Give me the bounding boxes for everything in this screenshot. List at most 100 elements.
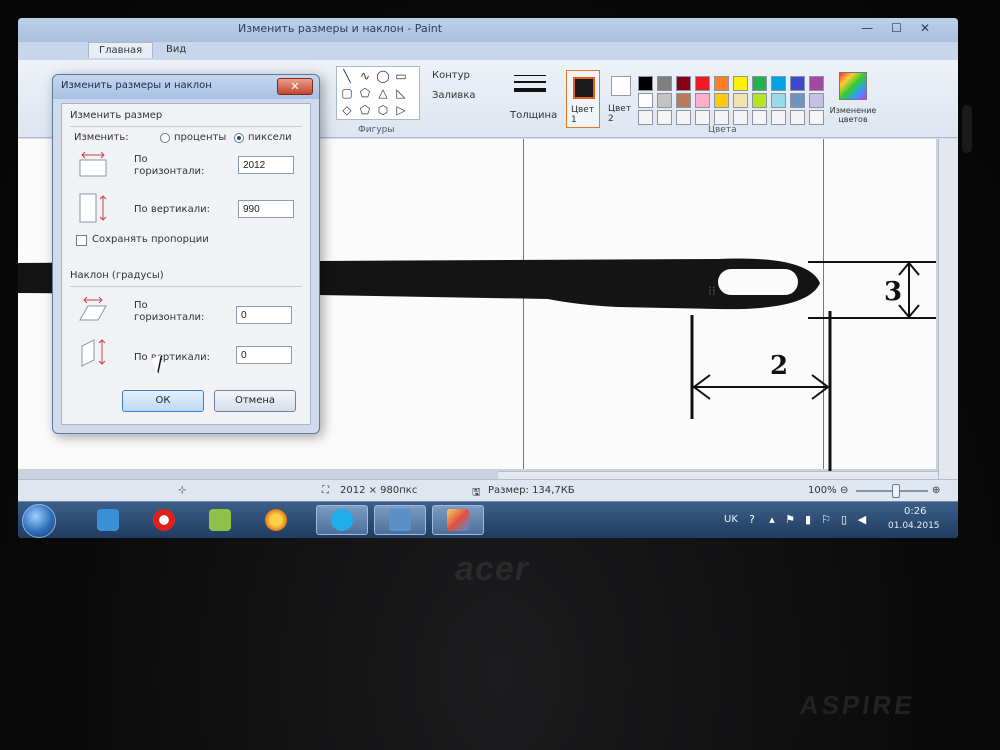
palette-color-swatch[interactable] [714, 110, 729, 125]
help-icon[interactable]: ? [746, 514, 758, 526]
palette-color-swatch[interactable] [771, 76, 786, 91]
dialog-titlebar[interactable]: Изменить размеры и наклон ✕ [53, 75, 319, 99]
maximize-button[interactable]: ☐ [891, 21, 902, 35]
dialog-close-button[interactable]: ✕ [277, 78, 313, 95]
taskbar-skype[interactable] [316, 505, 368, 535]
color1-button[interactable]: Цвет 1 [566, 70, 600, 128]
taskbar-paint[interactable] [432, 505, 484, 535]
ribbon-tabs: Главная Вид [18, 42, 958, 60]
color2-button[interactable]: Цвет 2 [606, 70, 636, 128]
right-triangle-shape-icon[interactable]: ◺ [393, 86, 409, 100]
keep-aspect-checkbox[interactable] [76, 235, 87, 246]
desktop-icon [389, 509, 411, 531]
palette-color-swatch[interactable] [809, 110, 824, 125]
laptop-bezel: acer ASPIRE Изменить размеры и наклон - … [0, 0, 1000, 750]
palette-color-swatch[interactable] [790, 110, 805, 125]
line-shape-icon[interactable]: ╲ [339, 69, 355, 83]
fill-dropdown[interactable]: Заливка [432, 90, 476, 101]
minimize-button[interactable]: — [861, 21, 873, 35]
palette-color-swatch[interactable] [657, 76, 672, 91]
thickness-button[interactable]: Толщина [508, 70, 557, 126]
color2-swatch [611, 76, 631, 96]
tab-view[interactable]: Вид [166, 44, 186, 55]
skew-vertical-input[interactable] [236, 346, 292, 364]
show-hidden-icons[interactable]: ▴ [766, 514, 778, 526]
palette-color-swatch[interactable] [809, 93, 824, 108]
zoom-slider-handle[interactable] [892, 484, 900, 498]
palette-color-swatch[interactable] [714, 93, 729, 108]
oval-shape-icon[interactable]: ◯ [375, 69, 391, 83]
palette-color-swatch[interactable] [752, 76, 767, 91]
separator [70, 126, 302, 127]
palette-color-swatch[interactable] [657, 110, 672, 125]
dimension-label-2: 2 [770, 351, 789, 381]
palette-color-swatch[interactable] [752, 110, 767, 125]
zoom-out-icon[interactable]: ⊖ [840, 485, 848, 496]
vertical-scrollbar[interactable] [938, 139, 958, 479]
vertical-size-input[interactable] [238, 200, 294, 218]
zoom-in-icon[interactable]: ⊕ [932, 485, 940, 496]
rounded-rect-shape-icon[interactable]: ▢ [339, 86, 355, 100]
triangle-shape-icon[interactable]: △ [375, 86, 391, 100]
edit-colors-button[interactable]: Изменение цветов [828, 72, 878, 132]
palette-color-swatch[interactable] [790, 93, 805, 108]
percent-radio[interactable] [160, 133, 170, 143]
palette-color-swatch[interactable] [638, 76, 653, 91]
resize-horizontal-icon [79, 152, 107, 177]
tab-home[interactable]: Главная [88, 42, 154, 58]
clock-date[interactable]: 01.04.2015 [888, 521, 940, 531]
palette-color-swatch[interactable] [695, 110, 710, 125]
palette-color-swatch[interactable] [752, 93, 767, 108]
palette-color-swatch[interactable] [638, 93, 653, 108]
horizontal-size-input[interactable] [238, 156, 294, 174]
diamond-shape-icon[interactable]: ◇ [339, 103, 355, 117]
network-icon[interactable]: ▮ [802, 514, 814, 526]
palette-color-swatch[interactable] [695, 76, 710, 91]
ok-button[interactable]: ОК [122, 390, 204, 412]
palette-color-swatch[interactable] [676, 110, 691, 125]
keep-aspect-label[interactable]: Сохранять пропорции [92, 234, 209, 245]
battery-icon[interactable]: ▯ [838, 514, 850, 526]
palette-color-swatch[interactable] [809, 76, 824, 91]
curve-shape-icon[interactable]: ∿ [357, 69, 373, 83]
pentagon-shape-icon[interactable]: ⬠ [357, 103, 373, 117]
palette-color-swatch[interactable] [638, 110, 653, 125]
rectangle-shape-icon[interactable]: ▭ [393, 69, 409, 83]
pixels-radio[interactable] [234, 133, 244, 143]
polygon-shape-icon[interactable]: ⬠ [357, 86, 373, 100]
pixels-label[interactable]: пиксели [248, 132, 292, 143]
cancel-button[interactable]: Отмена [214, 390, 296, 412]
taskbar-camera[interactable] [194, 505, 246, 535]
taskbar-desktop[interactable] [374, 505, 426, 535]
clock-time[interactable]: 0:26 [904, 506, 926, 517]
palette-color-swatch[interactable] [714, 76, 729, 91]
percent-label[interactable]: проценты [174, 132, 226, 143]
palette-color-swatch[interactable] [676, 76, 691, 91]
palette-color-swatch[interactable] [733, 110, 748, 125]
taskbar-opera[interactable] [138, 505, 190, 535]
palette-color-swatch[interactable] [771, 110, 786, 125]
taskbar-explorer[interactable] [82, 505, 134, 535]
taskbar-media-player[interactable] [250, 505, 302, 535]
outline-dropdown[interactable]: Контур [432, 70, 470, 81]
skew-horizontal-input[interactable] [236, 306, 292, 324]
close-button[interactable]: ✕ [920, 21, 930, 35]
hexagon-shape-icon[interactable]: ⬡ [375, 103, 391, 117]
volume-icon[interactable]: ◀ [856, 514, 868, 526]
shapes-gallery[interactable]: ╲ ∿ ◯ ▭ ▢ ⬠ △ ◺ ◇ ⬠ ⬡ ▷ [336, 66, 420, 120]
palette-color-swatch[interactable] [733, 76, 748, 91]
color-wheel-icon [839, 72, 867, 100]
start-button[interactable] [22, 504, 56, 538]
arrow-shape-icon[interactable]: ▷ [393, 103, 409, 117]
palette-color-swatch[interactable] [657, 93, 672, 108]
language-indicator[interactable]: UK [724, 514, 738, 525]
flag-icon[interactable]: ⚐ [820, 514, 832, 526]
palette-color-swatch[interactable] [733, 93, 748, 108]
action-center-icon[interactable]: ⚑ [784, 514, 796, 526]
palette-color-swatch[interactable] [695, 93, 710, 108]
horizontal-scrollbar[interactable] [498, 471, 938, 479]
palette-color-swatch[interactable] [676, 93, 691, 108]
palette-color-swatch[interactable] [790, 76, 805, 91]
svg-text:⁞⁞: ⁞⁞ [708, 284, 716, 298]
palette-color-swatch[interactable] [771, 93, 786, 108]
